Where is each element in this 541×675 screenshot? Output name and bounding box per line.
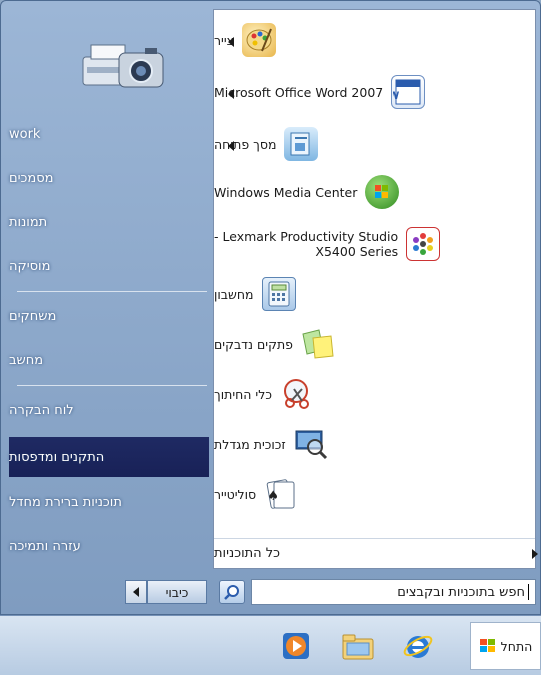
places-column: work מסמכים תמונות מוסיקה משחקים מחשב לו… bbox=[9, 9, 209, 569]
program-snipping-tool-label: כלי החיתוך bbox=[214, 386, 272, 402]
program-snipping-tool[interactable]: כלי החיתוך bbox=[214, 372, 535, 416]
taskbar-explorer-button[interactable] bbox=[340, 628, 376, 664]
program-media-center-label: Windows Media Center bbox=[214, 184, 358, 200]
media-player-icon bbox=[283, 633, 309, 659]
sticky-notes-icon bbox=[301, 327, 335, 361]
taskbar-media-player-button[interactable] bbox=[278, 628, 314, 664]
places-separator bbox=[17, 291, 207, 292]
taskbar-ie-button[interactable] bbox=[400, 628, 436, 664]
start-button[interactable]: התחל bbox=[470, 622, 541, 670]
all-programs-label: כל התוכניות bbox=[214, 546, 281, 561]
desktop-frame: work מסמכים תמונות מוסיקה משחקים מחשב לו… bbox=[0, 0, 541, 675]
place-documents[interactable]: מסמכים bbox=[9, 161, 209, 195]
places-separator bbox=[17, 385, 207, 386]
shutdown-options-arrow-icon bbox=[133, 587, 139, 597]
shutdown-options-button[interactable] bbox=[125, 580, 147, 604]
paint-jumplist-arrow[interactable] bbox=[228, 37, 234, 47]
snipping-tool-icon bbox=[280, 377, 314, 411]
solitaire-icon: ♠ bbox=[264, 477, 298, 511]
folder-icon bbox=[342, 634, 374, 660]
program-magnifier[interactable]: זכוכית מגדלת bbox=[214, 422, 535, 466]
all-programs-arrow-icon bbox=[532, 549, 538, 559]
program-calculator-label: מחשבון bbox=[214, 286, 254, 302]
devices-printers-icon bbox=[82, 44, 164, 88]
search-input[interactable]: חפש בתוכניות ובקבצים bbox=[251, 579, 536, 605]
lexmark-icon bbox=[406, 227, 441, 261]
program-media-center[interactable]: Windows Media Center bbox=[214, 170, 535, 214]
place-music-label: מוסיקה bbox=[9, 258, 51, 274]
program-lexmark-label: Lexmark Productivity Studio - X5400 Seri… bbox=[214, 229, 398, 259]
media-center-icon bbox=[365, 175, 400, 209]
getting-started-jumplist-arrow[interactable] bbox=[228, 141, 234, 151]
place-help-support[interactable]: עזרה ותמיכה bbox=[9, 529, 209, 563]
program-lexmark-line1: Lexmark Productivity Studio - bbox=[214, 229, 399, 244]
place-control-panel-label: לוח הבקרה bbox=[9, 402, 74, 418]
place-games-label: משחקים bbox=[9, 308, 57, 324]
program-word-label: Microsoft Office Word 2007 bbox=[214, 84, 384, 100]
program-getting-started[interactable]: מסך פתיחה bbox=[214, 122, 535, 166]
place-pictures-label: תמונות bbox=[9, 214, 48, 230]
paint-icon bbox=[242, 23, 277, 57]
place-work[interactable]: work bbox=[9, 117, 209, 151]
program-solitaire-label: סוליטייר bbox=[214, 486, 257, 502]
program-lexmark-line2: X5400 Series bbox=[315, 244, 399, 259]
place-help-support-label: עזרה ותמיכה bbox=[9, 538, 81, 554]
program-solitaire[interactable]: ♠ סוליטייר bbox=[214, 472, 535, 516]
program-sticky-notes-label: פתקים נדבקים bbox=[214, 336, 293, 352]
all-programs-button[interactable]: כל התוכניות bbox=[214, 538, 535, 568]
start-label: התחל bbox=[500, 638, 533, 654]
program-paint[interactable]: צייר bbox=[214, 18, 535, 62]
program-magnifier-label: זכוכית מגדלת bbox=[214, 436, 286, 452]
place-devices-printers-label: התקנים ומדפסות bbox=[9, 449, 105, 465]
start-menu: work מסמכים תמונות מוסיקה משחקים מחשב לו… bbox=[0, 0, 541, 615]
search-placeholder: חפש בתוכניות ובקבצים bbox=[397, 584, 525, 600]
program-getting-started-label: מסך פתיחה bbox=[214, 136, 277, 152]
program-calculator[interactable]: מחשבון bbox=[214, 272, 535, 316]
programs-column: צייר W≡ Microsoft Office Word 2007 מסך פ… bbox=[213, 9, 538, 569]
search-button[interactable] bbox=[219, 580, 245, 604]
svg-text:W≡: W≡ bbox=[393, 90, 400, 102]
shutdown-button[interactable]: כיבוי bbox=[147, 580, 207, 604]
svg-text:♠: ♠ bbox=[268, 489, 280, 504]
windows-logo-icon bbox=[479, 639, 495, 652]
word-icon: W≡ bbox=[391, 75, 426, 109]
place-computer-label: מחשב bbox=[9, 352, 44, 368]
search-icon bbox=[224, 585, 239, 600]
search-cursor bbox=[528, 584, 529, 600]
program-sticky-notes[interactable]: פתקים נדבקים bbox=[214, 322, 535, 366]
program-lexmark[interactable]: Lexmark Productivity Studio - X5400 Seri… bbox=[214, 220, 535, 268]
place-control-panel[interactable]: לוח הבקרה bbox=[9, 393, 209, 427]
place-music[interactable]: מוסיקה bbox=[9, 249, 209, 283]
place-pictures[interactable]: תמונות bbox=[9, 205, 209, 239]
place-games[interactable]: משחקים bbox=[9, 299, 209, 333]
program-word[interactable]: W≡ Microsoft Office Word 2007 bbox=[214, 70, 535, 114]
place-computer[interactable]: מחשב bbox=[9, 343, 209, 377]
place-documents-label: מסמכים bbox=[9, 170, 54, 186]
place-default-programs-label: תוכניות ברירת מחדל bbox=[9, 494, 122, 510]
shutdown-label: כיבוי bbox=[165, 584, 189, 600]
calculator-icon bbox=[261, 277, 296, 311]
magnifier-icon bbox=[294, 427, 328, 461]
place-devices-printers[interactable]: התקנים ומדפסות bbox=[9, 437, 209, 477]
taskbar: התחל bbox=[0, 615, 541, 675]
word-jumplist-arrow[interactable] bbox=[228, 89, 234, 99]
place-work-label: work bbox=[9, 126, 41, 142]
place-default-programs[interactable]: תוכניות ברירת מחדל bbox=[9, 485, 209, 519]
getting-started-icon bbox=[284, 127, 319, 161]
internet-explorer-icon bbox=[403, 635, 433, 658]
